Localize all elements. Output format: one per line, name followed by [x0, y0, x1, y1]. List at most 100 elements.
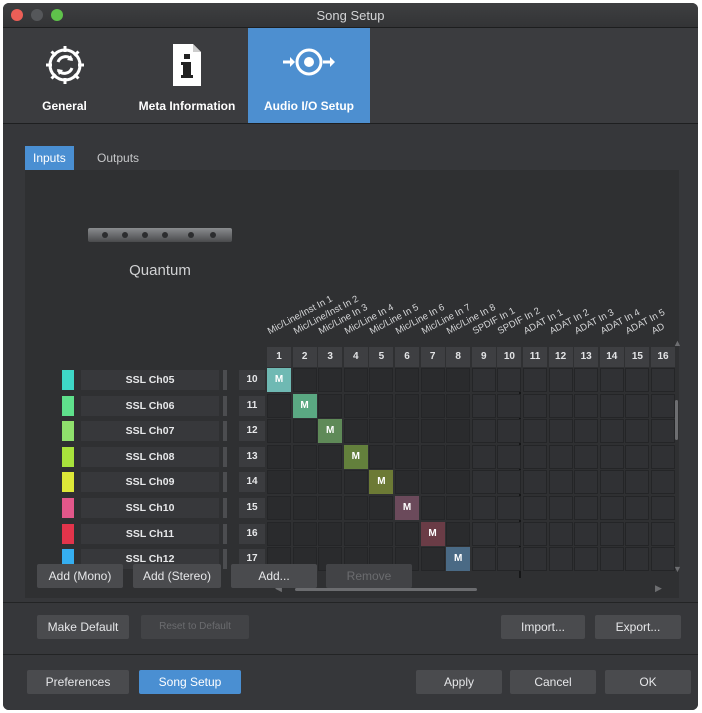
routing-cell[interactable]	[497, 368, 522, 392]
routing-assignment-marker[interactable]: M	[420, 521, 445, 546]
routing-cell[interactable]	[574, 419, 599, 444]
export-button[interactable]: Export...	[595, 615, 681, 639]
routing-grid[interactable]: MMMMMMMM	[267, 368, 679, 578]
scroll-right-icon[interactable]: ▶	[655, 583, 662, 594]
routing-cell[interactable]	[548, 393, 573, 418]
column-number[interactable]: 1	[267, 347, 291, 367]
column-number[interactable]: 14	[599, 347, 624, 367]
channel-name[interactable]: SSL Ch05	[81, 370, 219, 390]
routing-cell[interactable]	[523, 393, 547, 418]
routing-assignment-marker[interactable]: M	[267, 368, 291, 392]
routing-cell[interactable]	[318, 496, 343, 520]
routing-cell[interactable]	[625, 496, 650, 520]
routing-cell[interactable]	[523, 368, 547, 392]
routing-cell[interactable]	[651, 368, 675, 392]
channel-row[interactable]: SSL Ch05 10	[25, 368, 267, 393]
routing-cell[interactable]	[651, 547, 675, 572]
routing-cell[interactable]	[420, 419, 445, 444]
routing-cell[interactable]	[625, 393, 650, 418]
routing-assignment-marker[interactable]: M	[395, 496, 419, 520]
routing-cell[interactable]	[651, 470, 675, 495]
tab-outputs[interactable]: Outputs	[89, 146, 147, 170]
routing-cell[interactable]	[625, 470, 650, 495]
scroll-down-icon[interactable]: ▼	[673, 564, 682, 574]
routing-cell[interactable]	[267, 444, 291, 469]
routing-cell[interactable]	[420, 496, 445, 520]
routing-assignment-marker[interactable]: M	[446, 547, 471, 572]
routing-cell[interactable]	[625, 368, 650, 392]
vertical-scroll-thumb[interactable]	[675, 400, 678, 440]
routing-cell[interactable]	[420, 470, 445, 495]
routing-cell[interactable]	[292, 368, 317, 392]
routing-cell[interactable]	[599, 393, 624, 418]
column-number[interactable]: 2	[292, 347, 317, 367]
channel-color-swatch[interactable]	[62, 395, 74, 416]
tab-inputs[interactable]: Inputs	[25, 146, 74, 170]
routing-cell[interactable]	[599, 419, 624, 444]
reset-to-default-button[interactable]: Reset to Default	[141, 615, 249, 639]
routing-cell[interactable]	[523, 444, 547, 469]
routing-cell[interactable]	[523, 521, 547, 546]
routing-cell[interactable]	[497, 393, 522, 418]
routing-cell[interactable]	[267, 496, 291, 520]
routing-assignment-marker[interactable]: M	[343, 444, 368, 469]
column-number[interactable]: 9	[471, 347, 496, 367]
routing-cell[interactable]	[267, 521, 291, 546]
channel-row[interactable]: SSL Ch06 11	[25, 394, 267, 419]
routing-cell[interactable]	[599, 521, 624, 546]
add-mono-button[interactable]: Add (Mono)	[37, 564, 123, 588]
routing-cell[interactable]	[548, 496, 573, 520]
routing-cell[interactable]	[574, 470, 599, 495]
routing-cell[interactable]	[625, 521, 650, 546]
routing-cell[interactable]	[599, 496, 624, 520]
routing-cell[interactable]	[651, 496, 675, 520]
routing-cell[interactable]	[599, 470, 624, 495]
channel-name[interactable]: SSL Ch11	[81, 523, 219, 544]
general-tab-button[interactable]: General	[3, 28, 126, 123]
routing-cell[interactable]	[369, 419, 394, 444]
scroll-up-icon[interactable]: ▲	[673, 338, 682, 348]
routing-cell[interactable]	[267, 419, 291, 444]
routing-cell[interactable]	[343, 470, 368, 495]
routing-cell[interactable]	[651, 521, 675, 546]
routing-cell[interactable]	[446, 444, 471, 469]
routing-cell[interactable]	[343, 521, 368, 546]
channel-row[interactable]: SSL Ch10 15	[25, 496, 267, 521]
routing-cell[interactable]	[446, 419, 471, 444]
routing-cell[interactable]	[292, 521, 317, 546]
routing-cell[interactable]	[446, 521, 471, 546]
routing-cell[interactable]	[267, 470, 291, 495]
routing-cell[interactable]	[523, 419, 547, 444]
remove-button[interactable]: Remove	[326, 564, 412, 588]
channel-color-swatch[interactable]	[62, 370, 74, 390]
routing-cell[interactable]	[651, 444, 675, 469]
routing-cell[interactable]	[395, 419, 419, 444]
routing-cell[interactable]	[548, 547, 573, 572]
routing-cell[interactable]	[292, 496, 317, 520]
routing-cell[interactable]	[548, 521, 573, 546]
routing-cell[interactable]	[446, 496, 471, 520]
routing-cell[interactable]	[574, 444, 599, 469]
routing-cell[interactable]	[471, 368, 496, 392]
cancel-button[interactable]: Cancel	[510, 670, 596, 694]
column-number[interactable]: 6	[395, 347, 419, 367]
routing-cell[interactable]	[497, 521, 522, 546]
channel-name[interactable]: SSL Ch09	[81, 472, 219, 493]
routing-cell[interactable]	[574, 368, 599, 392]
routing-cell[interactable]	[599, 368, 624, 392]
routing-cell[interactable]	[651, 393, 675, 418]
channel-name[interactable]: SSL Ch08	[81, 446, 219, 467]
channel-color-swatch[interactable]	[62, 421, 74, 442]
channel-row[interactable]: SSL Ch08 13	[25, 445, 267, 470]
routing-cell[interactable]	[574, 547, 599, 572]
horizontal-scroll-thumb[interactable]	[295, 588, 477, 591]
channel-name[interactable]: SSL Ch10	[81, 498, 219, 518]
make-default-button[interactable]: Make Default	[37, 615, 129, 639]
ok-button[interactable]: OK	[605, 670, 691, 694]
routing-cell[interactable]	[395, 393, 419, 418]
add-button[interactable]: Add...	[231, 564, 317, 588]
routing-cell[interactable]	[369, 521, 394, 546]
routing-assignment-marker[interactable]: M	[369, 470, 394, 495]
routing-cell[interactable]	[471, 419, 496, 444]
routing-cell[interactable]	[471, 547, 496, 572]
